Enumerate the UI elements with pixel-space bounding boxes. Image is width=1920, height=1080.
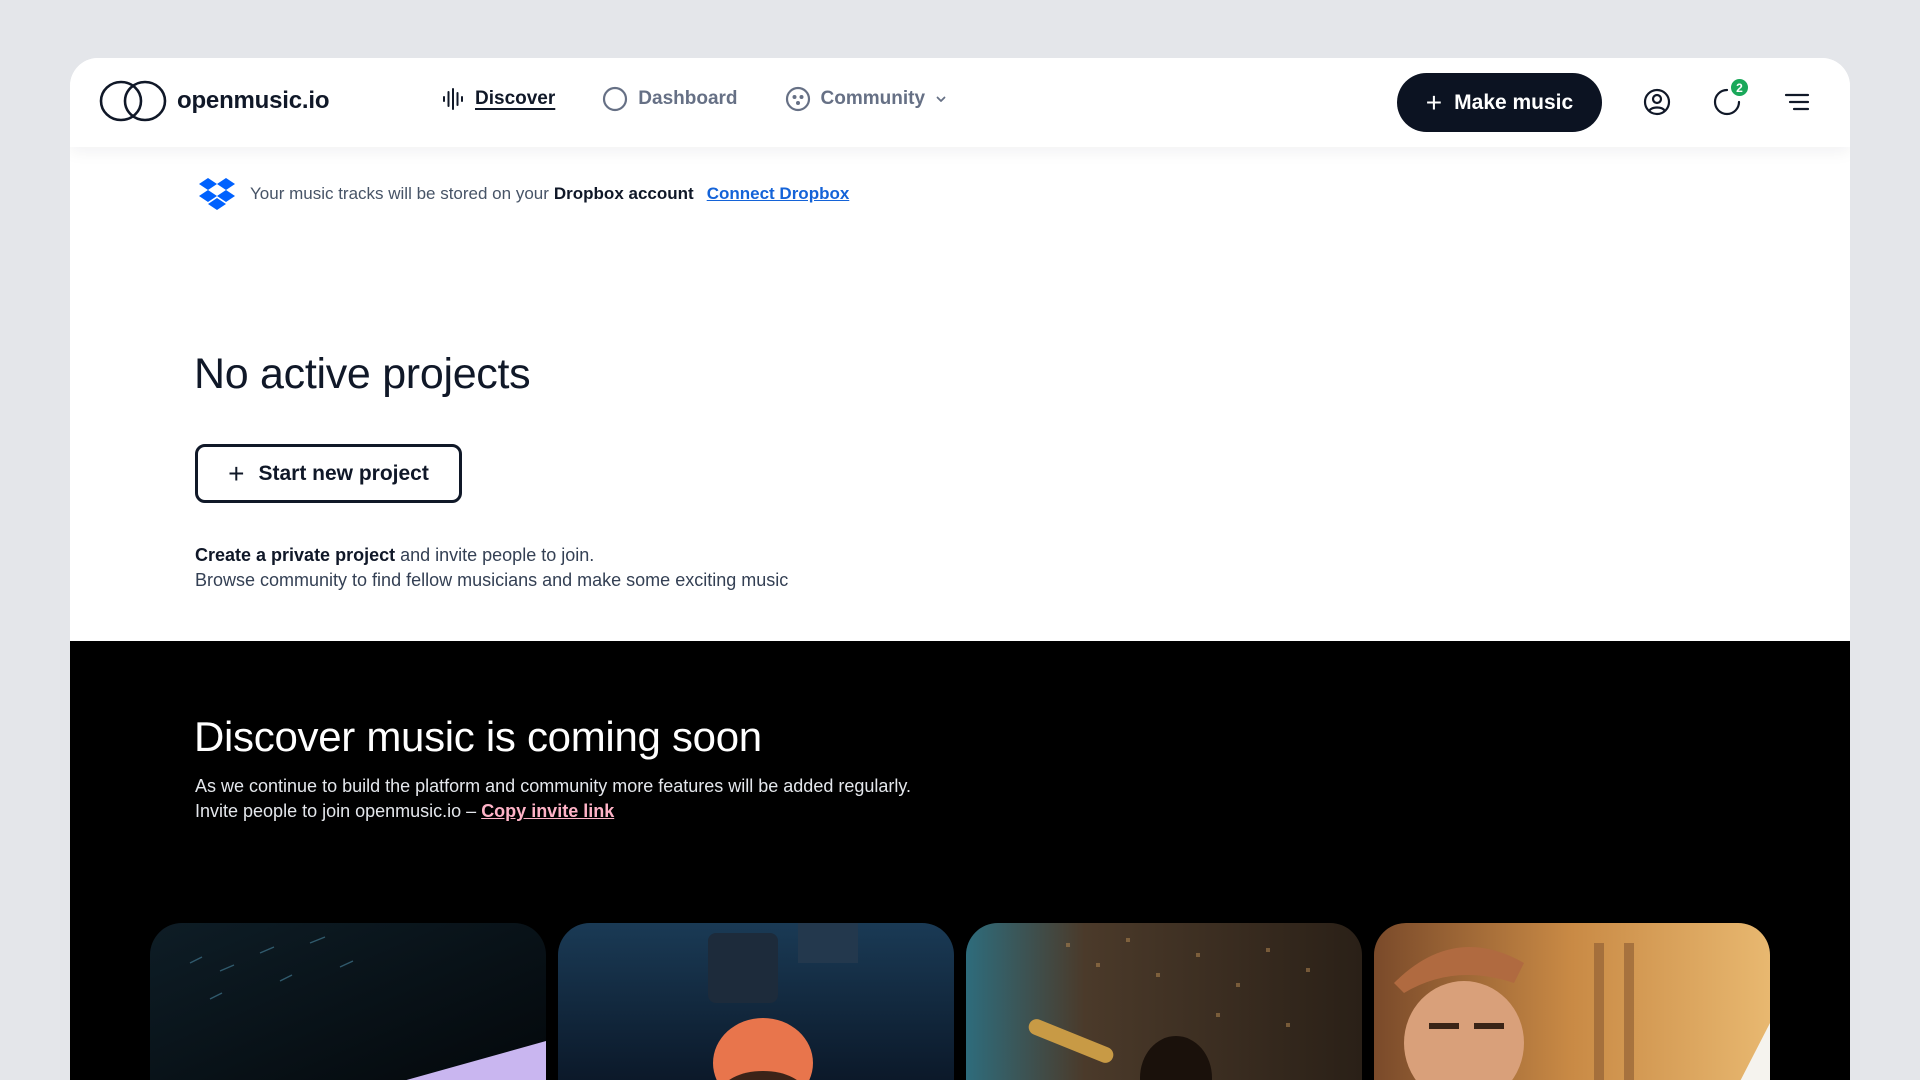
plus-icon: + xyxy=(1425,86,1443,118)
main-nav: Discover Dashboard Community xyxy=(441,86,994,112)
brand-name: openmusic.io xyxy=(177,87,330,114)
notifications-button[interactable]: 2 xyxy=(1712,77,1750,117)
connect-dropbox-link[interactable]: Connect Dropbox xyxy=(707,184,850,204)
waveform-icon xyxy=(443,88,463,110)
plus-icon: + xyxy=(228,457,245,489)
nav-item-discover[interactable]: Discover xyxy=(441,87,555,111)
user-account-button[interactable] xyxy=(1642,87,1672,117)
card-image xyxy=(966,923,1362,1080)
circle-icon xyxy=(603,86,628,112)
discover-line-2: Invite people to join openmusic.io – xyxy=(195,801,482,821)
card-image xyxy=(558,923,954,1080)
chevron-down-icon xyxy=(936,96,946,102)
dropbox-icon xyxy=(199,178,235,210)
discover-line-1: As we continue to build the platform and… xyxy=(195,776,912,796)
copy-invite-link[interactable]: Copy invite link xyxy=(481,801,614,821)
menu-icon xyxy=(1784,93,1810,111)
nav-item-label: Dashboard xyxy=(638,88,738,109)
discover-section: Discover music is coming soon As we cont… xyxy=(70,641,1850,1080)
discover-description: As we continue to build the platform and… xyxy=(195,774,911,824)
user-icon xyxy=(1643,88,1671,116)
card-image xyxy=(150,923,546,1080)
music-card[interactable] xyxy=(966,923,1362,1080)
logo[interactable]: openmusic.io xyxy=(99,80,329,122)
nav-item-community[interactable]: Community xyxy=(785,86,948,112)
card-image xyxy=(1374,923,1770,1080)
openmusic-logo-icon xyxy=(99,80,167,122)
notice-text: Your music tracks will be stored on your xyxy=(250,184,549,203)
discover-title: Discover music is coming soon xyxy=(194,713,762,760)
nav-item-label: Discover xyxy=(475,88,556,109)
nav-item-label: Community xyxy=(820,88,926,109)
music-card[interactable] xyxy=(150,923,546,1080)
empty-state-title: No active projects xyxy=(194,350,531,398)
music-card[interactable] xyxy=(1374,923,1770,1080)
nav-item-dashboard[interactable]: Dashboard xyxy=(602,86,738,112)
menu-button[interactable] xyxy=(1782,87,1812,117)
desc-bold: Create a private project xyxy=(195,545,396,565)
community-icon xyxy=(785,86,810,112)
start-new-project-button[interactable]: + Start new project xyxy=(195,444,462,503)
desc-rest: and invite people to join. xyxy=(395,545,595,565)
app-window: openmusic.io Discover Dashboard Communit… xyxy=(70,58,1850,1080)
music-cards xyxy=(150,923,1770,1080)
music-card[interactable] xyxy=(558,923,954,1080)
notification-count-badge: 2 xyxy=(1729,77,1750,98)
start-new-project-label: Start new project xyxy=(258,461,429,485)
top-nav-bar: openmusic.io Discover Dashboard Communit… xyxy=(70,58,1850,147)
empty-state-description: Create a private project and invite peop… xyxy=(195,543,788,593)
desc-line-2: Browse community to find fellow musician… xyxy=(195,570,789,590)
make-music-button[interactable]: + Make music xyxy=(1397,73,1602,132)
notice-bold: Dropbox account xyxy=(553,184,694,203)
dropbox-notice: Your music tracks will be stored on your… xyxy=(198,176,849,212)
make-music-label: Make music xyxy=(1454,90,1574,114)
